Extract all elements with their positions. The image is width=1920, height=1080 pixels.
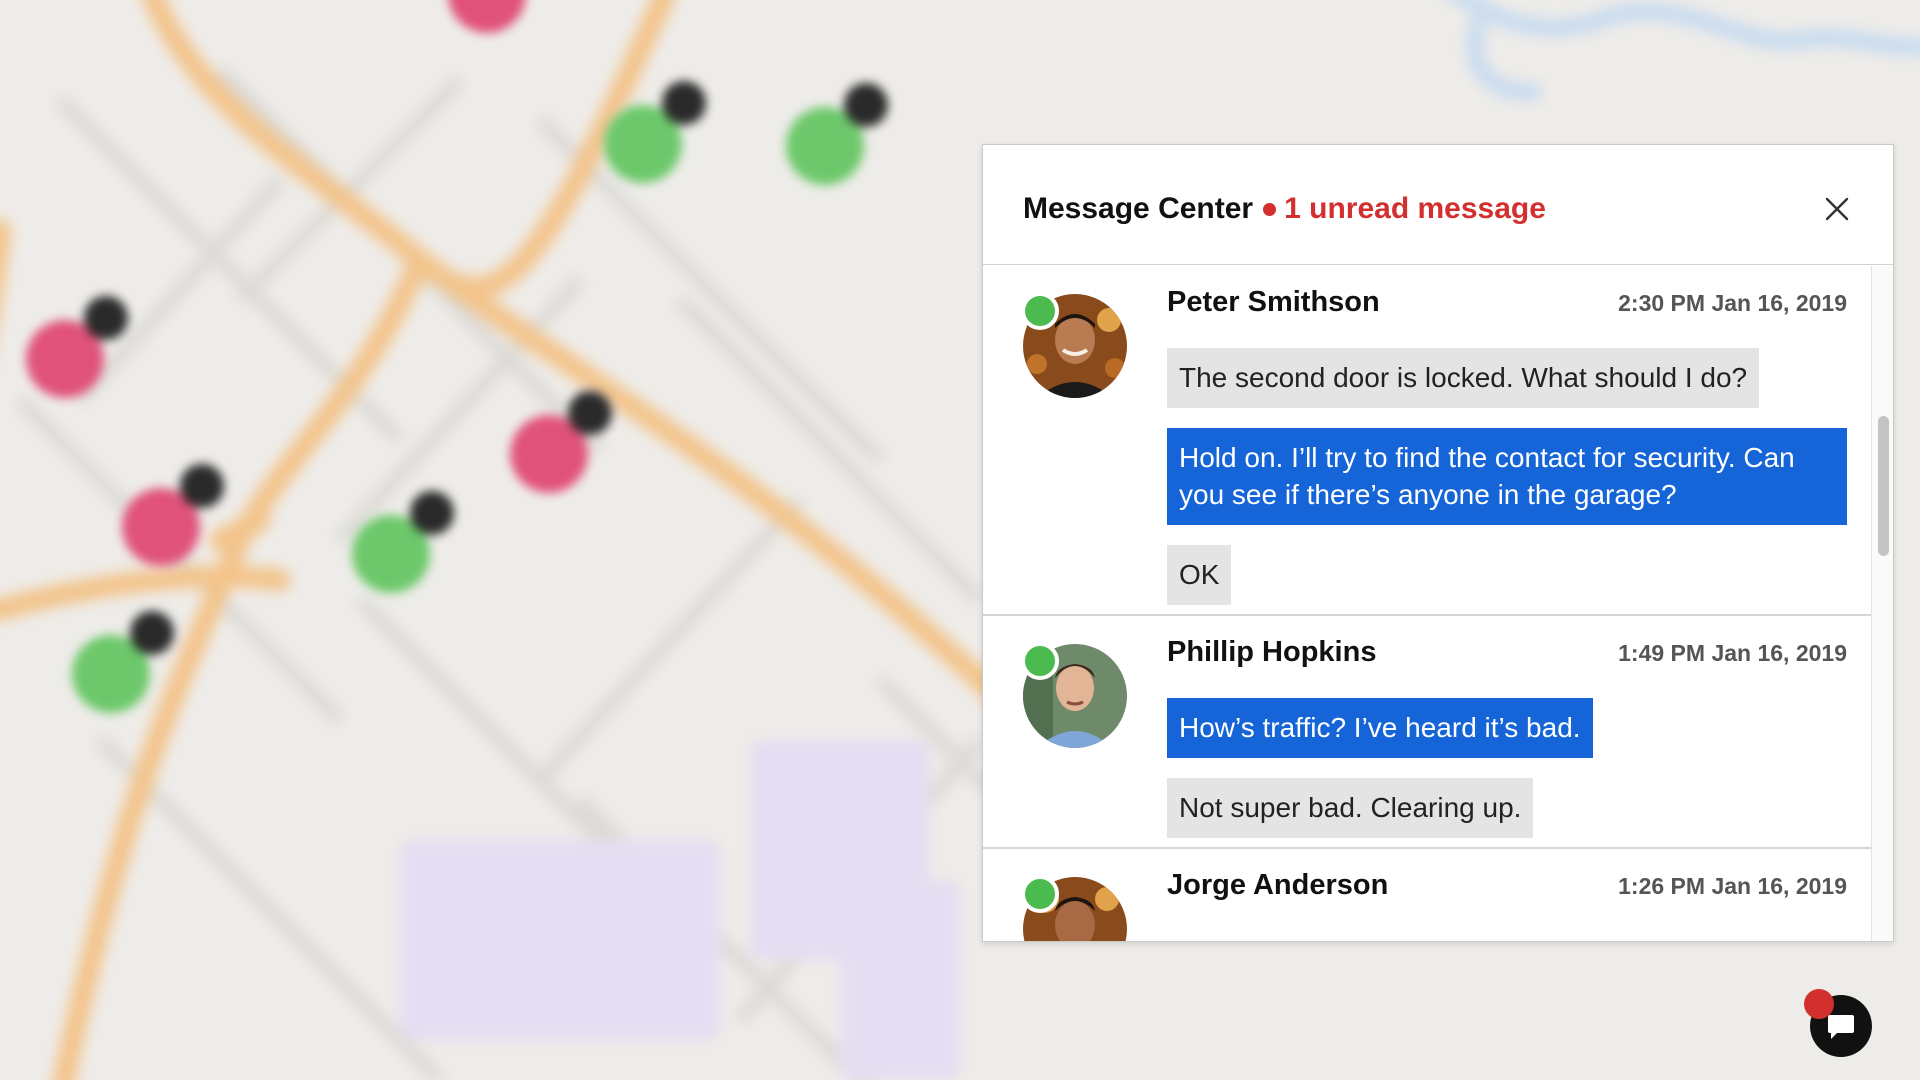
thread-item[interactable]: Phillip Hopkins 1:49 PM Jan 16, 2019 How… (983, 616, 1871, 849)
message-row: Hold on. I’ll try to find the contact fo… (1167, 408, 1847, 525)
thread-list[interactable]: Peter Smithson 2:30 PM Jan 16, 2019 The … (983, 266, 1871, 941)
thread-item[interactable]: Jorge Anderson 1:26 PM Jan 16, 2019 (983, 849, 1871, 941)
map-pin-green[interactable] (72, 611, 174, 713)
chat-button[interactable] (1804, 989, 1872, 1057)
message-row: The second door is locked. What should I… (1167, 332, 1847, 408)
scrollbar-thumb[interactable] (1878, 416, 1889, 556)
pin-dot (84, 296, 128, 340)
close-icon (1825, 197, 1849, 221)
thread-list-scrollbar[interactable] (1871, 266, 1893, 941)
thread-body: Phillip Hopkins 1:49 PM Jan 16, 2019 How… (1167, 636, 1847, 838)
thread-item[interactable]: Peter Smithson 2:30 PM Jan 16, 2019 The … (983, 266, 1871, 616)
sender-name: Peter Smithson (1167, 286, 1380, 318)
map-pin-red[interactable] (26, 296, 128, 398)
online-status-dot (1021, 642, 1059, 680)
incoming-message-bubble: OK (1167, 545, 1232, 605)
unread-count-label: 1 unread message (1284, 192, 1546, 225)
pin-dot (130, 611, 174, 655)
message-row: OK (1167, 525, 1847, 605)
outgoing-message-bubble: Hold on. I’ll try to find the contact fo… (1167, 428, 1847, 525)
sender-name: Jorge Anderson (1167, 869, 1389, 901)
pin-dot (180, 464, 224, 508)
pin-dot (410, 491, 454, 535)
pin-dot (568, 391, 612, 435)
online-status-dot (1021, 292, 1059, 330)
timestamp: 1:26 PM Jan 16, 2019 (1618, 873, 1847, 899)
map-pin-green[interactable] (352, 491, 454, 593)
close-button[interactable] (1817, 189, 1857, 229)
incoming-message-bubble: The second door is locked. What should I… (1167, 348, 1760, 408)
pin-dot (662, 81, 706, 125)
chat-bubble-icon (1828, 1015, 1854, 1039)
notification-badge (1804, 989, 1834, 1019)
avatar-wrap (1021, 292, 1127, 398)
incoming-message-bubble: Not super bad. Clearing up. (1167, 778, 1534, 838)
map-pin-green[interactable] (786, 83, 888, 185)
online-status-dot (1021, 875, 1059, 913)
map-pin-red[interactable] (510, 391, 612, 493)
map-pin-red[interactable] (122, 464, 224, 566)
panel-title: Message Center (1023, 192, 1254, 225)
thread-body: Peter Smithson 2:30 PM Jan 16, 2019 The … (1167, 286, 1847, 605)
message-row: How’s traffic? I’ve heard it’s bad. (1167, 682, 1847, 758)
map-pin-green[interactable] (604, 81, 706, 183)
message-center-panel: Message Center 1 unread message Peter Sm… (982, 144, 1894, 942)
thread-body: Jorge Anderson 1:26 PM Jan 16, 2019 (1167, 869, 1847, 915)
timestamp: 2:30 PM Jan 16, 2019 (1618, 290, 1847, 316)
message-row: Not super bad. Clearing up. (1167, 758, 1847, 838)
timestamp: 1:49 PM Jan 16, 2019 (1618, 640, 1847, 666)
pin-dot (844, 83, 888, 127)
panel-header: Message Center 1 unread message (983, 145, 1893, 265)
thread-header: Peter Smithson 2:30 PM Jan 16, 2019 (1167, 286, 1847, 332)
thread-header: Phillip Hopkins 1:49 PM Jan 16, 2019 (1167, 636, 1847, 682)
outgoing-message-bubble: How’s traffic? I’ve heard it’s bad. (1167, 698, 1593, 758)
panel-title-row: Message Center 1 unread message (1023, 189, 1546, 229)
unread-dot-icon (1263, 202, 1277, 216)
avatar-wrap (1021, 642, 1127, 748)
thread-header: Jorge Anderson 1:26 PM Jan 16, 2019 (1167, 869, 1847, 915)
avatar-wrap (1021, 875, 1127, 941)
sender-name: Phillip Hopkins (1167, 636, 1377, 668)
